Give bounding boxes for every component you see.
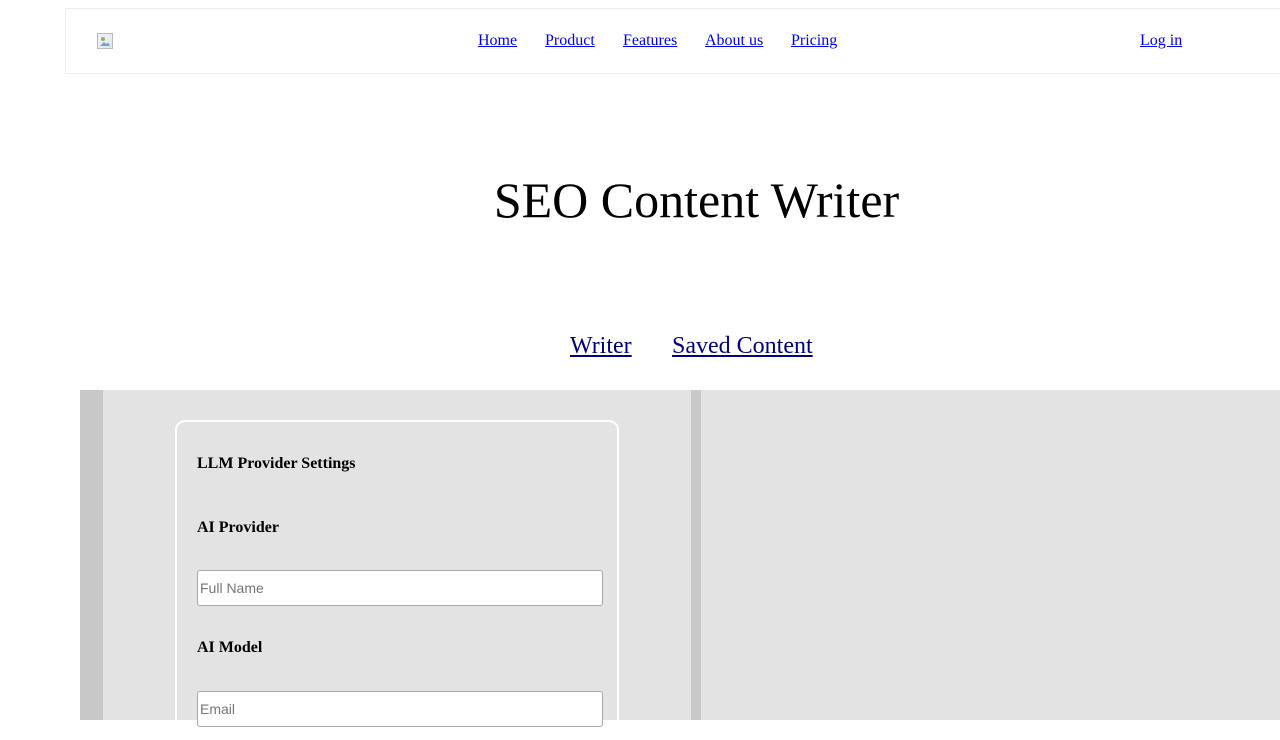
- tab-writer[interactable]: Writer: [570, 331, 632, 361]
- settings-title: LLM Provider Settings: [197, 455, 356, 472]
- provider-input[interactable]: [197, 570, 603, 606]
- nav-about-link[interactable]: About us: [705, 32, 763, 50]
- nav-pricing-link[interactable]: Pricing: [791, 32, 837, 50]
- model-label: AI Model: [197, 639, 263, 656]
- nav-features-link[interactable]: Features: [623, 32, 677, 50]
- workspace-panel: LLM Provider Settings AI Provider AI Mod…: [80, 390, 1280, 740]
- site-header: Home Product Features About us Pricing L…: [65, 8, 1280, 74]
- provider-label: AI Provider: [197, 519, 279, 536]
- signup-link[interactable]: [1214, 32, 1280, 50]
- llm-settings-card: LLM Provider Settings AI Provider AI Mod…: [175, 420, 619, 740]
- login-link[interactable]: Log in: [1140, 32, 1182, 50]
- panel-divider[interactable]: [691, 390, 701, 720]
- tab-saved-content[interactable]: Saved Content: [672, 331, 813, 361]
- nav-home-link[interactable]: Home: [478, 32, 517, 50]
- left-rail: [80, 390, 103, 720]
- model-input[interactable]: [197, 691, 603, 727]
- nav-product-link[interactable]: Product: [545, 32, 595, 50]
- logo-image-icon[interactable]: [97, 33, 113, 49]
- page-title: SEO Content Writer: [493, 172, 900, 228]
